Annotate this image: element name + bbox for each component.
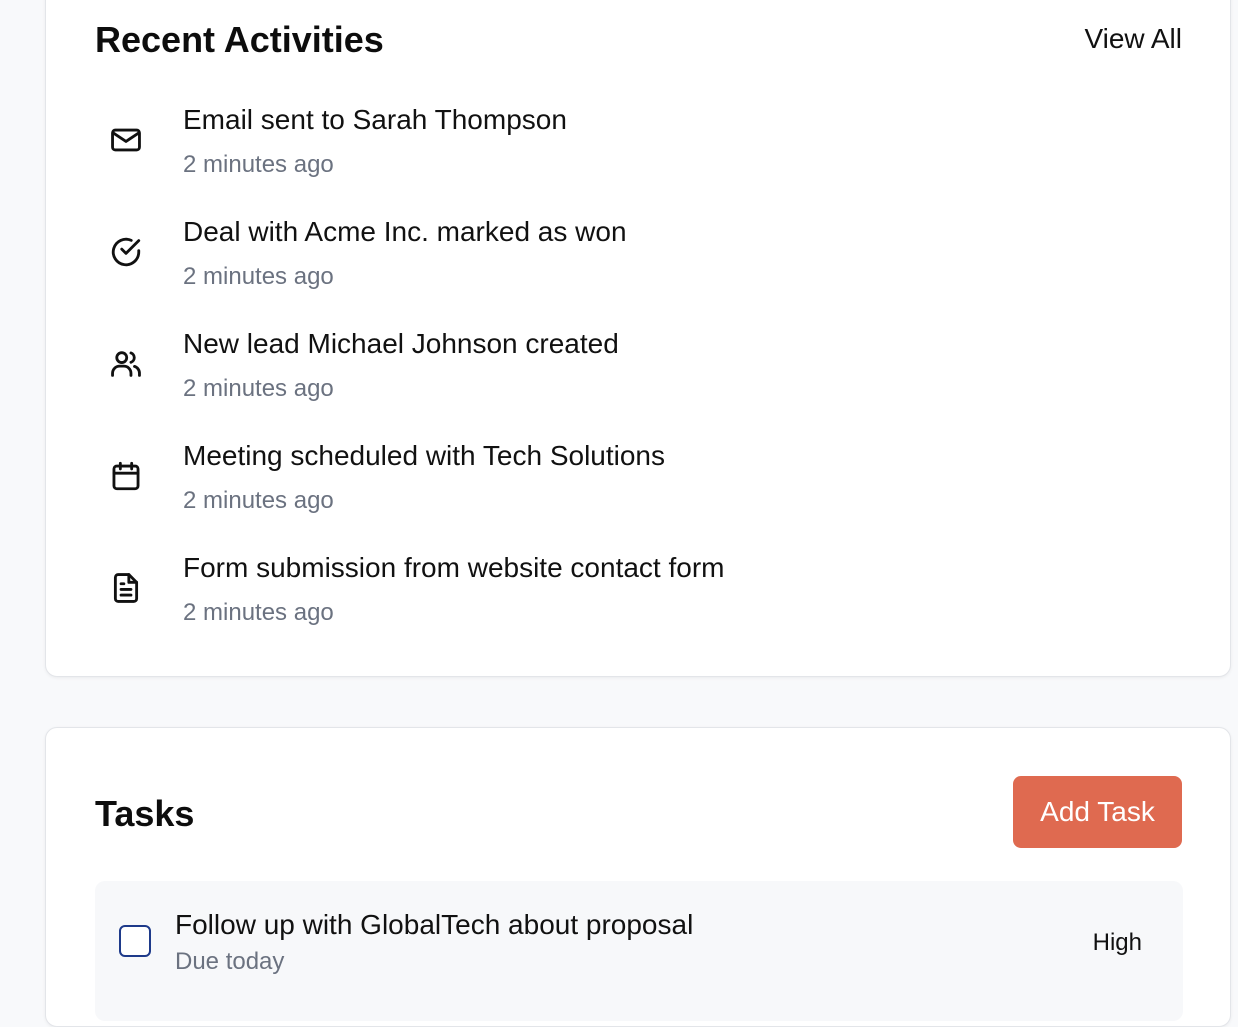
activity-time: 2 minutes ago <box>183 151 334 178</box>
calendar-icon <box>106 456 146 496</box>
activity-time: 2 minutes ago <box>183 487 334 514</box>
activity-title: New lead Michael Johnson created <box>183 328 619 359</box>
document-icon <box>106 568 146 608</box>
add-task-button[interactable]: Add Task <box>1013 776 1182 848</box>
activity-item: Form submission from website contact for… <box>106 552 1186 652</box>
tasks-card: Tasks Add Task Follow up with GlobalTech… <box>45 727 1231 1027</box>
tasks-title: Tasks <box>95 793 195 834</box>
task-priority-badge: High <box>1092 929 1142 956</box>
activity-time: 2 minutes ago <box>183 375 334 402</box>
activity-title: Meeting scheduled with Tech Solutions <box>183 440 666 471</box>
activity-item: Meeting scheduled with Tech Solutions 2 … <box>106 440 1186 540</box>
task-checkbox[interactable] <box>119 925 151 957</box>
activity-title: Email sent to Sarah Thompson <box>183 104 567 135</box>
activity-item: Deal with Acme Inc. marked as won 2 minu… <box>106 216 1186 316</box>
activity-item: New lead Michael Johnson created 2 minut… <box>106 328 1186 428</box>
task-item[interactable]: Follow up with GlobalTech about proposal… <box>95 881 1183 1021</box>
activity-title: Form submission from website contact for… <box>183 552 725 583</box>
view-all-link[interactable]: View All <box>1084 23 1182 55</box>
task-title: Follow up with GlobalTech about proposal <box>175 909 694 940</box>
recent-activities-title: Recent Activities <box>95 19 384 60</box>
mail-icon <box>106 120 146 160</box>
activity-time: 2 minutes ago <box>183 263 334 290</box>
users-icon <box>106 344 146 384</box>
activity-title: Deal with Acme Inc. marked as won <box>183 216 627 247</box>
activity-time: 2 minutes ago <box>183 599 334 626</box>
task-due-date: Due today <box>175 948 285 975</box>
activity-item: Email sent to Sarah Thompson 2 minutes a… <box>106 104 1186 204</box>
check-circle-icon <box>106 232 146 272</box>
recent-activities-card: Recent Activities View All Email sent to… <box>45 0 1231 677</box>
